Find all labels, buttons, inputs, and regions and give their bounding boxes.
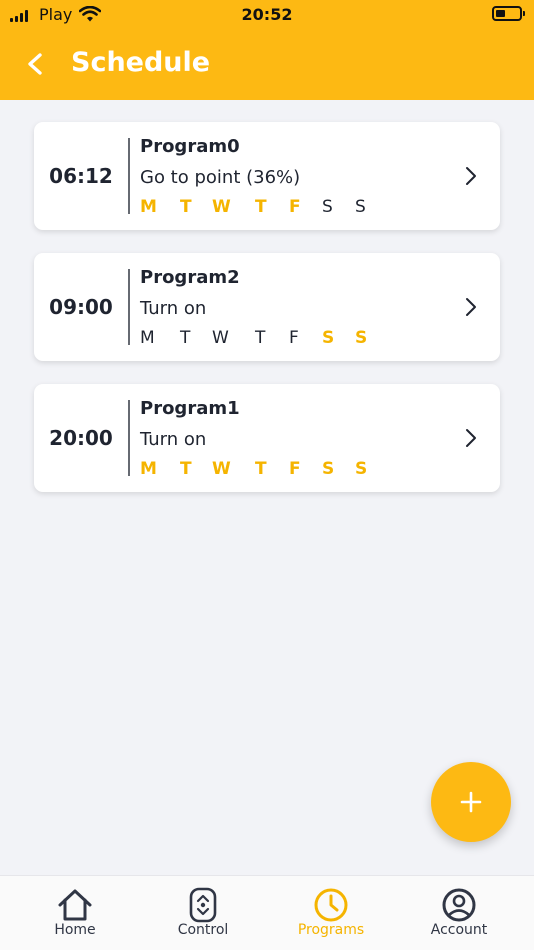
plus-icon <box>460 791 482 813</box>
app-header: Play 20:52 Schedule <box>0 0 534 100</box>
back-button[interactable] <box>22 50 50 78</box>
program-time: 09:00 <box>49 295 113 319</box>
program-card[interactable]: 20:00 Program1 Turn on M T W T F S S <box>34 384 500 492</box>
program-card[interactable]: 09:00 Program2 Turn on M T W T F S S <box>34 253 500 361</box>
program-card[interactable]: 06:12 Program0 Go to point (36%) M T W T… <box>34 122 500 230</box>
nav-home-label: Home <box>54 922 96 938</box>
divider <box>128 400 130 476</box>
nav-programs-label: Programs <box>297 922 365 938</box>
nav-control[interactable]: Control <box>148 876 258 950</box>
day-fri: F <box>289 459 301 479</box>
day-thu: T <box>255 197 267 217</box>
day-tue: T <box>180 328 191 348</box>
nav-account-label: Account <box>430 922 488 938</box>
status-time: 20:52 <box>241 5 293 24</box>
program-action: Turn on <box>140 429 207 450</box>
day-sat: S <box>322 328 335 348</box>
page-title: Schedule <box>71 47 211 78</box>
day-sun: S <box>355 459 368 479</box>
status-bar: Play 20:52 <box>0 0 534 30</box>
day-tue: T <box>180 459 192 479</box>
nav-account[interactable]: Account <box>404 876 514 950</box>
battery-icon <box>492 6 525 21</box>
day-sun: S <box>355 197 366 217</box>
account-icon <box>442 888 476 922</box>
day-mon: M <box>140 197 157 217</box>
day-sat: S <box>322 197 333 217</box>
bottom-nav: Home Control Programs Account <box>0 875 534 950</box>
chevron-right-icon <box>466 429 476 447</box>
day-wed: W <box>212 328 229 348</box>
program-time: 06:12 <box>49 164 113 188</box>
day-wed: W <box>212 459 231 479</box>
chevron-right-icon <box>466 167 476 185</box>
chevron-right-icon <box>466 298 476 316</box>
nav-control-label: Control <box>177 922 229 938</box>
day-thu: T <box>255 328 266 348</box>
day-wed: W <box>212 197 231 217</box>
day-mon: M <box>140 459 157 479</box>
day-fri: F <box>289 328 299 348</box>
program-name: Program2 <box>140 267 240 288</box>
day-tue: T <box>180 197 192 217</box>
day-fri: F <box>289 197 301 217</box>
day-mon: M <box>140 328 155 348</box>
program-action: Turn on <box>140 298 207 319</box>
nav-programs[interactable]: Programs <box>276 876 386 950</box>
program-name: Program0 <box>140 136 240 157</box>
home-icon <box>58 889 92 921</box>
nav-home[interactable]: Home <box>20 876 130 950</box>
control-icon <box>189 887 217 923</box>
clock-icon <box>314 888 348 922</box>
divider <box>128 269 130 345</box>
day-sat: S <box>322 459 335 479</box>
day-thu: T <box>255 459 267 479</box>
day-sun: S <box>355 328 368 348</box>
program-action: Go to point (36%) <box>140 167 301 188</box>
add-program-button[interactable] <box>431 762 511 842</box>
program-name: Program1 <box>140 398 240 419</box>
program-time: 20:00 <box>49 426 113 450</box>
divider <box>128 138 130 214</box>
